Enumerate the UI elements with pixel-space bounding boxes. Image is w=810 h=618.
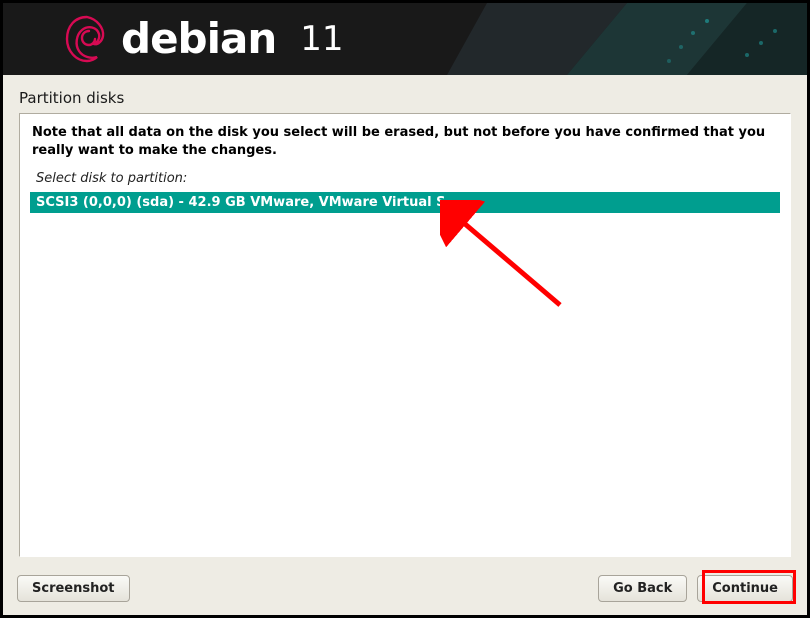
continue-button[interactable]: Continue [697,575,793,602]
banner-decoration [447,3,807,75]
disk-list: SCSI3 (0,0,0) (sda) - 42.9 GB VMware, VM… [30,192,780,546]
header-banner: debian 11 [3,3,807,75]
brand-version: 11 [300,22,343,56]
screenshot-button[interactable]: Screenshot [17,575,130,602]
go-back-button[interactable]: Go Back [598,575,687,602]
debian-swirl-icon [61,11,107,67]
disk-row[interactable]: SCSI3 (0,0,0) (sda) - 42.9 GB VMware, VM… [30,192,780,213]
content-area: Partition disks Note that all data on th… [3,75,807,615]
page-title: Partition disks [3,75,807,113]
warning-note: Note that all data on the disk you selec… [30,122,780,167]
button-bar: Screenshot Go Back Continue [3,565,807,615]
main-panel: Note that all data on the disk you selec… [19,113,791,557]
select-prompt: Select disk to partition: [30,167,780,192]
brand-name: debian [121,18,276,60]
debian-logo-block: debian 11 [61,11,344,67]
installer-window: debian 11 Partition disks Note that all … [3,3,807,615]
